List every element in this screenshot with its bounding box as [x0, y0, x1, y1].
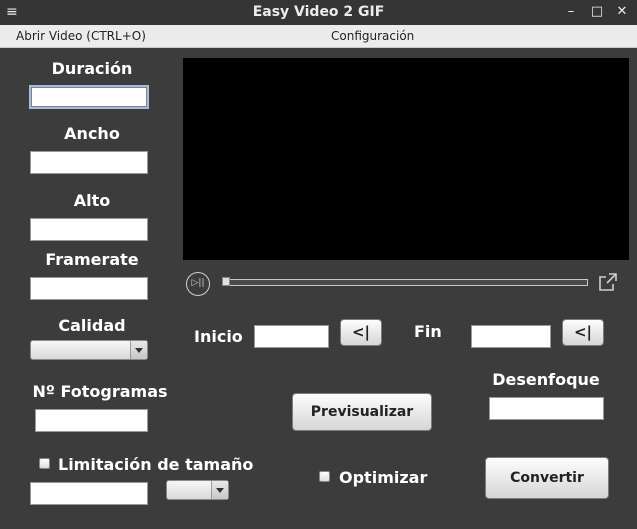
- preview-button[interactable]: Previsualizar: [292, 393, 432, 431]
- height-label: Alto: [73, 191, 111, 210]
- width-input[interactable]: [30, 151, 148, 174]
- blur-input[interactable]: [489, 397, 604, 420]
- optimize-checkbox[interactable]: [319, 471, 330, 482]
- start-input[interactable]: [254, 325, 329, 348]
- blur-label: Desenfoque: [492, 370, 600, 389]
- start-label: Inicio: [194, 327, 243, 346]
- menu-open-video[interactable]: Abrir Video (CTRL+O): [16, 25, 146, 47]
- quality-select[interactable]: [30, 340, 148, 360]
- popout-icon[interactable]: [598, 272, 618, 292]
- height-input[interactable]: [30, 218, 148, 241]
- play-pause-icon: ▷||: [191, 278, 205, 288]
- frames-label: Nº Fotogramas: [32, 382, 168, 401]
- framerate-input[interactable]: [30, 277, 148, 300]
- size-unit-select[interactable]: [166, 480, 229, 500]
- menu-settings[interactable]: Configuración: [331, 25, 414, 47]
- set-start-button[interactable]: <|: [340, 319, 382, 346]
- menubar: Abrir Video (CTRL+O) Configuración: [0, 25, 637, 48]
- frames-input[interactable]: [35, 409, 148, 432]
- chevron-down-icon: [211, 481, 228, 499]
- play-pause-button[interactable]: ▷||: [186, 272, 210, 296]
- width-label: Ancho: [64, 124, 120, 143]
- window-titlebar: ≡ Easy Video 2 GIF – □ ✕: [0, 0, 637, 25]
- end-label: Fin: [414, 322, 442, 341]
- size-limit-input[interactable]: [30, 482, 148, 505]
- size-limit-label: Limitación de tamaño: [58, 455, 254, 474]
- size-limit-checkbox[interactable]: [39, 458, 50, 469]
- video-preview: [183, 58, 629, 260]
- seek-bar[interactable]: [222, 279, 588, 286]
- optimize-label: Optimizar: [339, 468, 428, 487]
- close-icon[interactable]: ✕: [613, 3, 631, 21]
- maximize-icon[interactable]: □: [588, 3, 606, 21]
- seek-thumb[interactable]: [222, 277, 230, 286]
- framerate-label: Framerate: [45, 250, 139, 269]
- quality-label: Calidad: [58, 316, 126, 335]
- duration-input[interactable]: [29, 85, 149, 109]
- end-input[interactable]: [471, 325, 551, 348]
- window-title: Easy Video 2 GIF: [252, 4, 385, 20]
- convert-button[interactable]: Convertir: [485, 457, 609, 499]
- duration-label: Duración: [51, 59, 133, 78]
- minimize-icon[interactable]: –: [562, 3, 580, 21]
- set-end-button[interactable]: <|: [562, 319, 604, 346]
- chevron-down-icon: [130, 341, 147, 359]
